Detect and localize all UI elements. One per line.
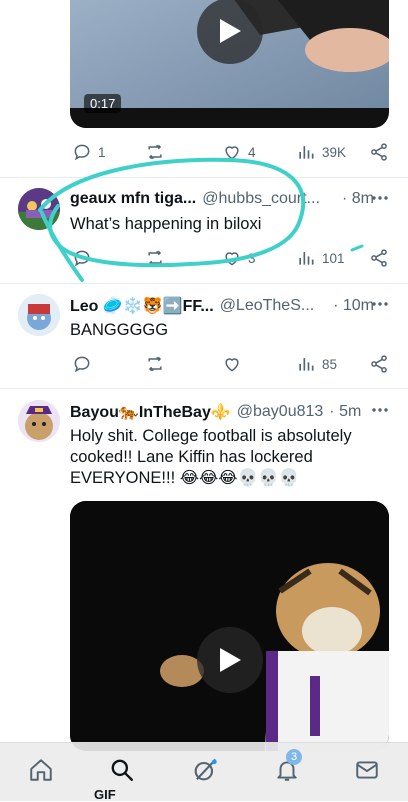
display-name[interactable]: Leo 🥏❄️🐯➡️FF... xyxy=(70,296,214,316)
share-button[interactable] xyxy=(369,248,389,268)
view-count: 101 xyxy=(322,250,345,266)
more-button[interactable] xyxy=(370,294,390,314)
divider xyxy=(0,283,408,284)
retweet-icon xyxy=(148,356,162,372)
divider xyxy=(0,177,408,178)
share-button[interactable] xyxy=(369,354,389,374)
handle[interactable]: @hubbs_court... xyxy=(202,190,320,208)
view-count: 39K xyxy=(322,144,347,160)
reply-count: 1 xyxy=(98,144,106,160)
display-name[interactable]: Bayou🐅InTheBay⚜️ xyxy=(70,402,231,422)
home-tab[interactable] xyxy=(26,755,56,785)
like-count: 4 xyxy=(248,144,256,160)
reply-button[interactable]: 1 xyxy=(72,142,106,162)
views-icon xyxy=(299,252,314,265)
notifications-badge-count: 3 xyxy=(290,751,298,763)
more-icon xyxy=(372,408,388,412)
mail-icon xyxy=(356,761,378,779)
timestamp[interactable]: · 10m xyxy=(333,297,374,315)
tweet-text-line: Holy shit. College football is absolutel… xyxy=(70,427,352,445)
more-button[interactable] xyxy=(370,400,390,420)
video-duration: 0:17 xyxy=(84,94,122,113)
avatar-image xyxy=(18,294,60,336)
like-button[interactable]: 4 xyxy=(222,142,256,162)
tweet-text-line: cooked!! Lane Kiffin has lockered xyxy=(70,448,313,466)
like-count: 3 xyxy=(248,250,256,266)
tweet-text: BANGGGGG xyxy=(70,321,169,339)
avatar[interactable] xyxy=(18,400,60,442)
tweet-header: Bayou🐅InTheBay⚜️ @bay0u813 · 5m xyxy=(70,402,396,422)
home-icon xyxy=(30,759,52,781)
views-icon xyxy=(299,146,314,159)
handle[interactable]: @bay0u813 xyxy=(237,403,324,421)
share-button[interactable] xyxy=(369,142,389,162)
play-button[interactable] xyxy=(197,0,263,64)
messages-tab[interactable] xyxy=(352,755,382,785)
retweet-icon xyxy=(148,250,162,266)
display-name[interactable]: geaux mfn tiga... xyxy=(70,190,196,208)
video-duration-text: 0:17 xyxy=(90,96,116,111)
search-tab[interactable] xyxy=(107,755,137,785)
play-button[interactable] xyxy=(197,627,263,693)
handle[interactable]: @LeoTheS... xyxy=(220,297,315,315)
tweet-header: Leo 🥏❄️🐯➡️FF... @LeoTheS... · 10m xyxy=(70,296,396,316)
avatar-image xyxy=(18,400,60,442)
tweet-text-line: EVERYONE!!! 😂😂😂💀💀💀 xyxy=(70,469,300,487)
more-button[interactable] xyxy=(370,188,390,208)
more-icon xyxy=(372,196,388,200)
search-icon xyxy=(111,759,133,781)
avatar[interactable] xyxy=(18,294,60,336)
avatar-image xyxy=(18,188,60,230)
views-button[interactable]: 39K xyxy=(296,142,346,162)
grok-tab[interactable] xyxy=(190,755,220,785)
tweet-text: Holy shit. College football is absolutel… xyxy=(70,426,390,489)
timestamp[interactable]: · 5m xyxy=(329,403,361,421)
views-button[interactable]: 85 xyxy=(296,354,337,374)
grok-icon xyxy=(194,758,217,781)
more-icon xyxy=(372,302,388,306)
share-icon xyxy=(371,249,387,267)
heart-icon xyxy=(225,252,239,266)
notifications-tab[interactable]: 3 xyxy=(272,749,302,785)
like-button[interactable]: 3 xyxy=(222,248,256,268)
tweet-header: geaux mfn tiga... @hubbs_court... · 8m xyxy=(70,190,396,208)
tweet-video[interactable] xyxy=(70,501,389,751)
share-icon xyxy=(371,355,387,373)
reply-icon xyxy=(74,356,90,373)
retweet-button[interactable] xyxy=(145,248,165,268)
reply-icon xyxy=(74,250,90,267)
video-thumbnail-image xyxy=(70,501,389,751)
share-icon xyxy=(371,143,387,161)
bottom-nav: GIF 3 xyxy=(0,742,408,802)
views-icon xyxy=(299,358,314,371)
retweet-icon xyxy=(148,144,162,160)
play-icon xyxy=(220,19,241,43)
play-icon xyxy=(220,648,241,672)
retweet-button[interactable] xyxy=(145,142,165,162)
divider xyxy=(0,388,408,389)
heart-icon xyxy=(225,146,239,160)
views-button[interactable]: 101 xyxy=(296,248,345,268)
like-button[interactable] xyxy=(222,354,242,374)
reply-icon xyxy=(74,144,90,161)
tweet-text: What’s happening in biloxi xyxy=(70,215,262,233)
heart-icon xyxy=(225,358,239,372)
reply-button[interactable] xyxy=(72,354,92,374)
avatar[interactable] xyxy=(18,188,60,230)
reply-button[interactable] xyxy=(72,248,92,268)
view-count: 85 xyxy=(322,356,338,372)
top-video[interactable]: 0:17 xyxy=(70,0,389,128)
retweet-button[interactable] xyxy=(145,354,165,374)
notifications-badge: 3 xyxy=(286,749,302,765)
